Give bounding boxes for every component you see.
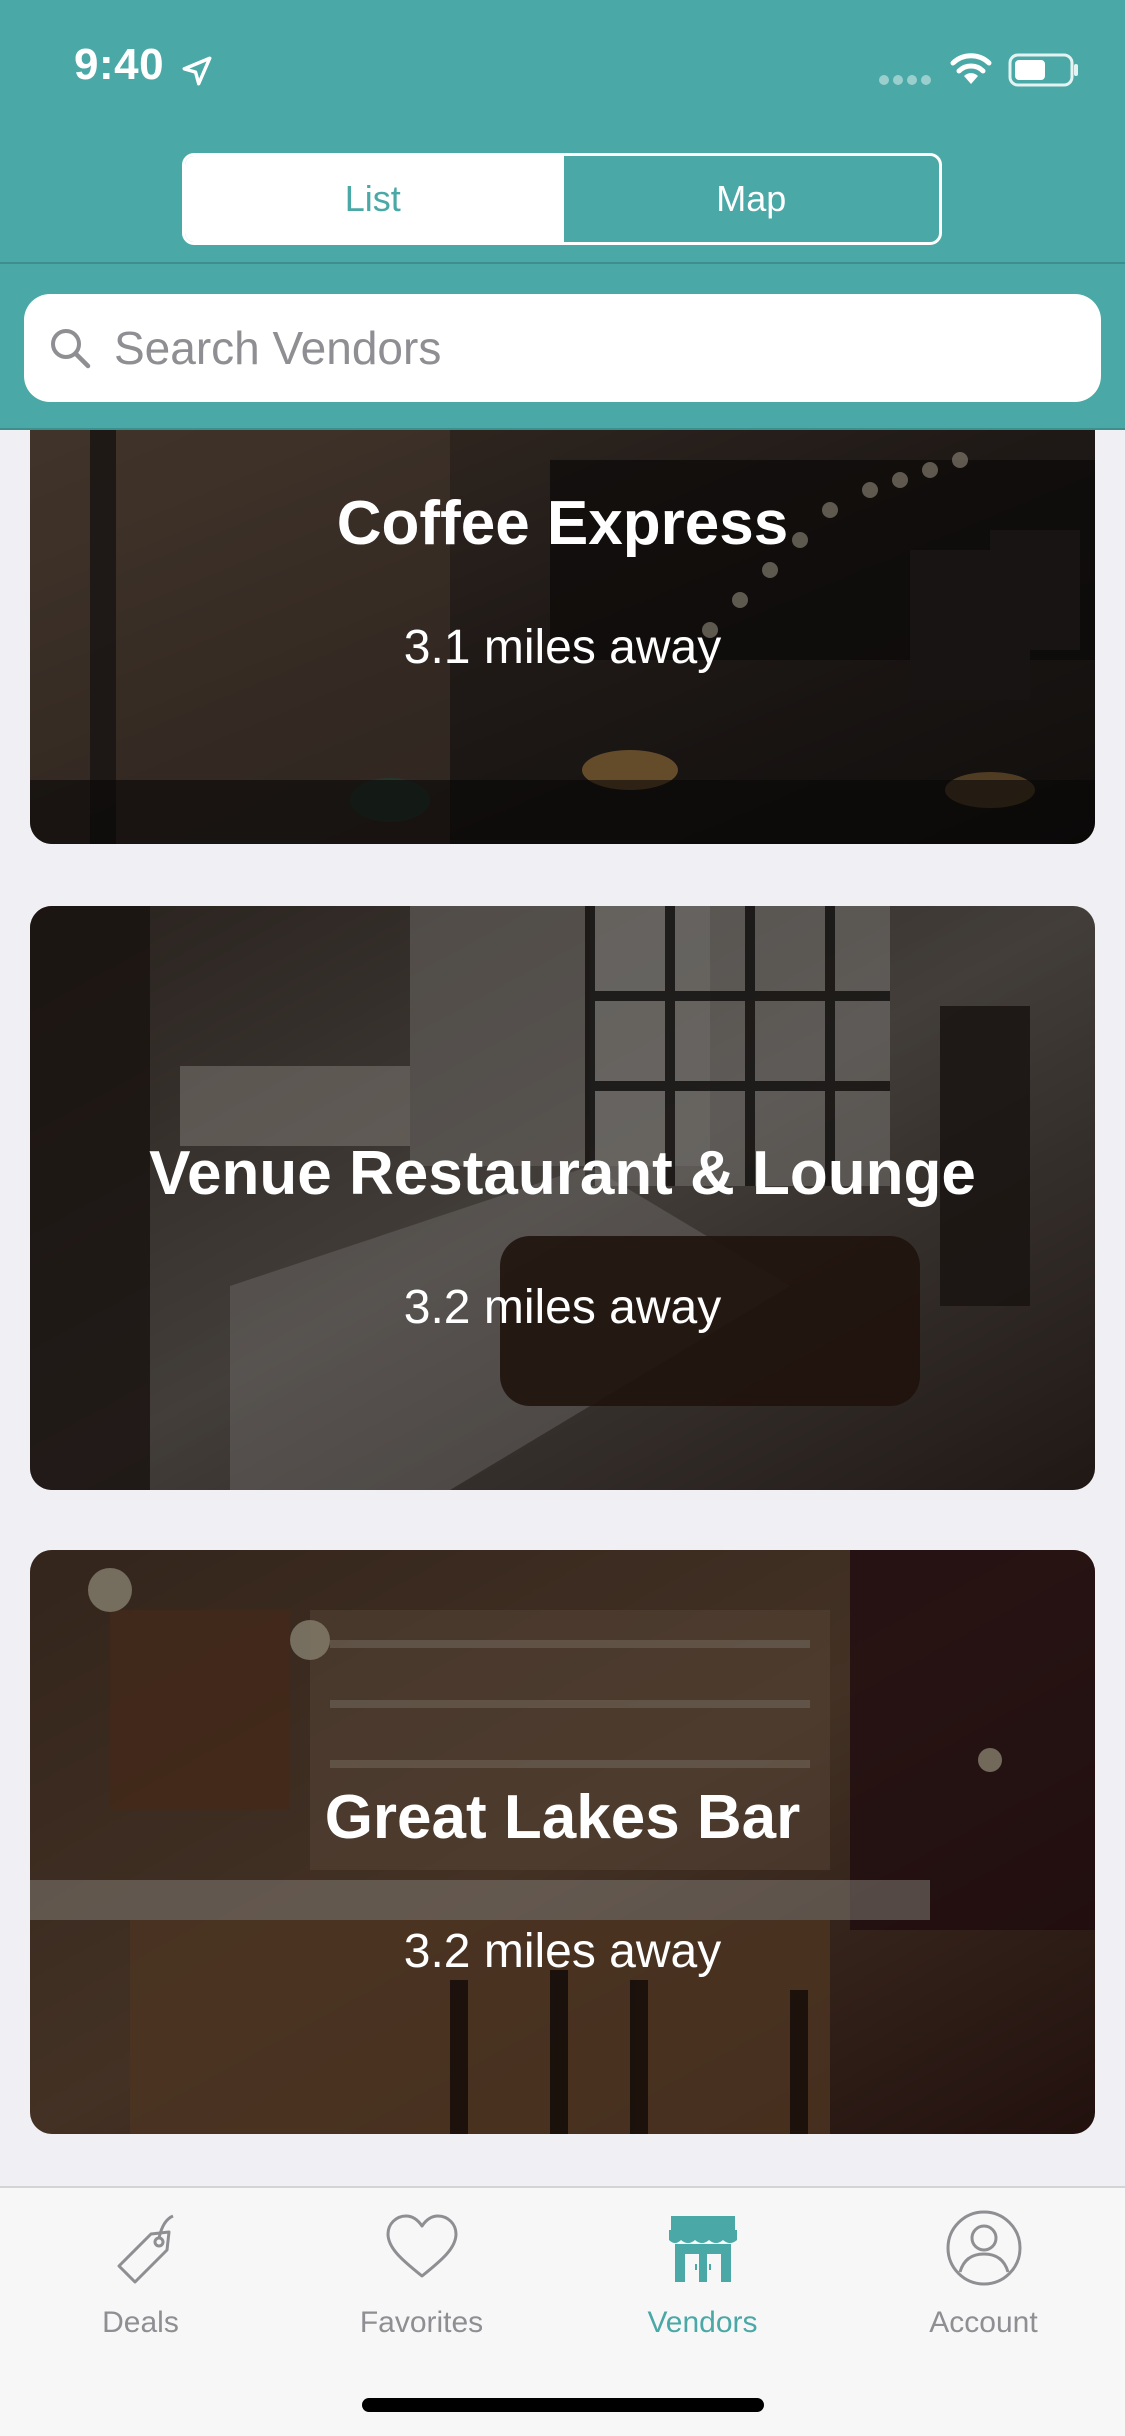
vendor-name: Coffee Express	[336, 489, 789, 558]
vendor-card[interactable]: Great Lakes Bar 3.2 miles away	[30, 1550, 1095, 2134]
tab-label: Favorites	[359, 2306, 484, 2339]
tab-deals[interactable]: Deals	[0, 2188, 281, 2368]
home-indicator[interactable]	[362, 2398, 764, 2412]
vendor-distance: 3.2 miles away	[403, 1925, 722, 1978]
search-input[interactable]	[114, 321, 1014, 375]
map-segment[interactable]: Map	[560, 156, 940, 242]
heart-icon	[386, 2214, 457, 2278]
search-bar[interactable]	[24, 294, 1101, 402]
status-time: 9:40	[74, 40, 165, 89]
vendor-list[interactable]: Coffee Express 3.1 miles away Venue Rest…	[0, 430, 1125, 2186]
tab-favorites[interactable]: Favorites	[281, 2188, 562, 2368]
tab-label: Deals	[102, 2306, 179, 2339]
view-mode-segmented-control: List Map	[182, 153, 942, 245]
storefront-icon	[668, 2216, 737, 2282]
vendor-distance: 3.1 miles away	[403, 621, 722, 674]
location-arrow-icon	[182, 56, 212, 86]
battery-icon	[1008, 53, 1078, 87]
vendor-card[interactable]: Venue Restaurant & Lounge 3.2 miles away	[30, 906, 1095, 1490]
tab-vendors[interactable]: Vendors	[562, 2188, 843, 2368]
vendor-name: Venue Restaurant & Lounge	[149, 1139, 976, 1208]
tag-icon	[117, 2214, 174, 2284]
header: 9:40 List Map	[0, 0, 1125, 430]
cellular-signal-icon	[879, 75, 931, 85]
search-icon	[51, 329, 91, 369]
tab-label: Vendors	[647, 2306, 758, 2339]
tab-label: Account	[929, 2306, 1038, 2339]
vendor-card[interactable]: Coffee Express 3.1 miles away	[30, 430, 1095, 844]
vendor-distance: 3.2 miles away	[403, 1281, 722, 1334]
tab-account[interactable]: Account	[843, 2188, 1124, 2368]
wifi-icon	[950, 53, 992, 84]
nav-bar: List Map	[0, 132, 1125, 264]
vendor-name: Great Lakes Bar	[324, 1783, 801, 1852]
person-icon	[946, 2210, 1021, 2286]
list-segment[interactable]: List	[185, 156, 561, 242]
status-bar: 9:40	[0, 0, 1125, 132]
